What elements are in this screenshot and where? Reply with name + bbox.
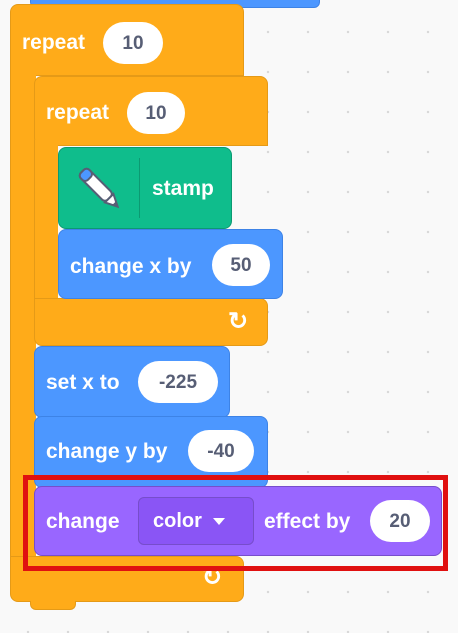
- set-x-value-input[interactable]: -225: [138, 361, 218, 403]
- inner-repeat-label: repeat: [46, 101, 110, 124]
- outer-repeat-count-input[interactable]: 10: [103, 22, 163, 64]
- change-x-label: change x by: [70, 255, 192, 278]
- stamp-label: stamp: [152, 177, 214, 200]
- outer-repeat-label: repeat: [22, 31, 86, 54]
- inner-repeat-count-input[interactable]: 10: [127, 92, 185, 134]
- set-x-label: set x to: [46, 371, 120, 394]
- inner-repeat-arm: [34, 140, 58, 310]
- change-y-value-input[interactable]: -40: [188, 430, 254, 472]
- pen-icon: [70, 160, 130, 218]
- inner-loop-arrow-icon: ↻: [228, 308, 249, 335]
- highlight-box: [23, 475, 448, 571]
- change-y-label: change y by: [46, 440, 168, 463]
- outer-repeat-bottom-notch: [30, 601, 76, 610]
- change-x-value-input[interactable]: 50: [212, 244, 270, 286]
- stamp-divider: [139, 158, 140, 218]
